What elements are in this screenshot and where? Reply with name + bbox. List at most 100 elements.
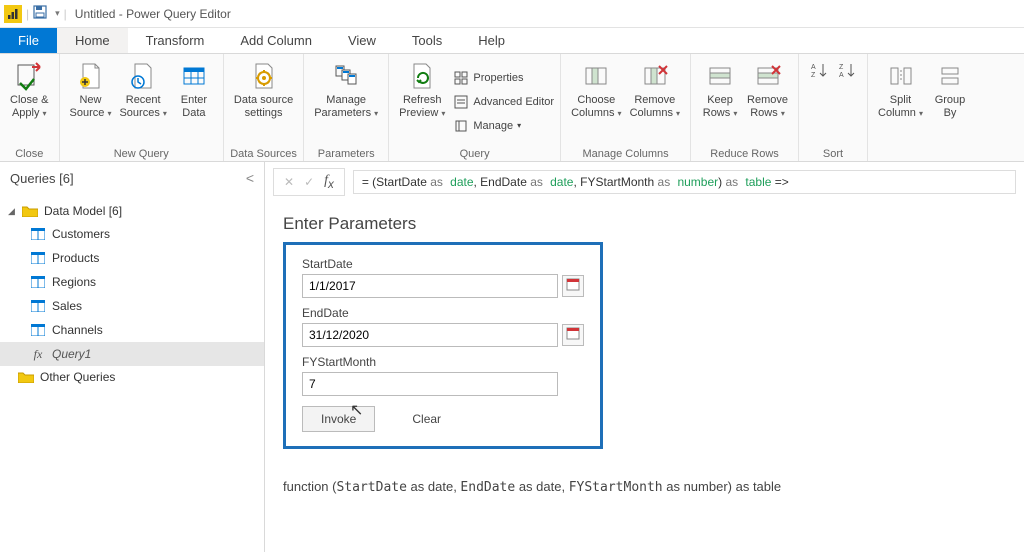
fx-icon[interactable]: fx <box>324 173 334 191</box>
invoke-button[interactable]: Invoke <box>302 406 375 432</box>
main-area: Queries [6] < ◢ Data Model [6] Customers… <box>0 162 1024 552</box>
group-label-sort: Sort <box>805 145 861 161</box>
refresh-icon <box>406 60 438 92</box>
ribbon-group-reduce-rows: Keep Rows ▾ Remove Rows ▾ Reduce Rows <box>691 54 799 161</box>
svg-text:Z: Z <box>839 64 844 71</box>
query-regions[interactable]: Regions <box>0 270 264 294</box>
ribbon-group-sort: AZ ZA Sort <box>799 54 868 161</box>
accept-formula-icon[interactable]: ✓ <box>304 175 314 189</box>
tab-file[interactable]: File <box>0 28 57 53</box>
table-icon <box>30 251 46 265</box>
query-sales[interactable]: Sales <box>0 294 264 318</box>
query-query1[interactable]: fxQuery1 <box>0 342 264 366</box>
sort-asc-button[interactable]: AZ <box>805 58 833 145</box>
recent-sources-button[interactable]: Recent Sources ▾ <box>115 58 170 145</box>
query-label: Query1 <box>52 347 91 361</box>
remove-columns-button[interactable]: Remove Columns ▾ <box>626 58 684 145</box>
data-source-settings-label: Data source settings <box>234 94 293 119</box>
tab-transform[interactable]: Transform <box>128 28 223 53</box>
function-signature: function (StartDate as date, EndDate as … <box>265 461 1024 495</box>
query-customers[interactable]: Customers <box>0 222 264 246</box>
split-column-button[interactable]: Split Column ▾ <box>874 58 927 145</box>
startdate-input[interactable] <box>302 274 558 298</box>
table-icon <box>30 323 46 337</box>
new-source-button[interactable]: New Source ▾ <box>66 58 116 145</box>
table-icon <box>30 227 46 241</box>
app-icon <box>4 5 22 23</box>
divider: | <box>26 7 29 21</box>
remove-rows-button[interactable]: Remove Rows ▾ <box>743 58 792 145</box>
date-picker-button[interactable] <box>562 275 584 297</box>
tab-home[interactable]: Home <box>57 28 128 53</box>
group-label-empty <box>874 145 973 161</box>
svg-text:A: A <box>839 72 844 79</box>
refresh-preview-button[interactable]: Refresh Preview ▾ <box>395 58 449 145</box>
enter-data-button[interactable]: Enter Data <box>171 58 217 145</box>
choose-columns-icon <box>580 60 612 92</box>
ribbon: Close & Apply ▾ Close New Source ▾ Recen… <box>0 54 1024 162</box>
close-apply-button[interactable]: Close & Apply ▾ <box>6 58 53 145</box>
manage-label: Manage <box>473 120 513 132</box>
remove-rows-icon <box>752 60 784 92</box>
tab-add-column[interactable]: Add Column <box>222 28 330 53</box>
manage-parameters-label: Manage Parameters <box>314 94 371 119</box>
svg-text:Z: Z <box>811 72 816 79</box>
folder-icon <box>18 370 34 384</box>
qat-dropdown-icon[interactable]: ▾ <box>55 8 60 19</box>
fystartmonth-input[interactable] <box>302 372 558 396</box>
tab-tools[interactable]: Tools <box>394 28 460 53</box>
sort-desc-button[interactable]: ZA <box>833 58 861 145</box>
param-label: StartDate <box>302 257 584 271</box>
ribbon-group-manage-columns: Choose Columns ▾ Remove Columns ▾ Manage… <box>561 54 691 161</box>
enddate-input[interactable] <box>302 323 558 347</box>
date-picker-button[interactable] <box>562 324 584 346</box>
clear-button[interactable]: Clear <box>393 406 460 432</box>
tab-view[interactable]: View <box>330 28 394 53</box>
choose-columns-label: Choose Columns <box>571 94 615 119</box>
advanced-editor-label: Advanced Editor <box>473 96 554 108</box>
ribbon-group-parameters: Manage Parameters ▾ Parameters <box>304 54 389 161</box>
calendar-icon <box>566 277 580 294</box>
folder-icon <box>22 204 38 218</box>
divider: | <box>64 7 67 21</box>
choose-columns-button[interactable]: Choose Columns ▾ <box>567 58 625 145</box>
query-channels[interactable]: Channels <box>0 318 264 342</box>
formula-bar-row: ✕ ✓ fx = (StartDate as date, EndDate as … <box>265 162 1024 202</box>
folder-other-queries[interactable]: Other Queries <box>0 366 264 388</box>
formula-buttons: ✕ ✓ fx <box>273 168 345 196</box>
tab-help[interactable]: Help <box>460 28 523 53</box>
param-enddate: EndDate <box>302 306 584 347</box>
formula-bar[interactable]: = (StartDate as date, EndDate as date, F… <box>353 170 1016 194</box>
query-products[interactable]: Products <box>0 246 264 270</box>
keep-rows-button[interactable]: Keep Rows ▾ <box>697 58 743 145</box>
parameters-box: StartDate EndDate FYStartMonth <box>283 242 603 449</box>
ribbon-group-transform: Split Column ▾ Group By <box>868 54 979 161</box>
refresh-preview-label: Refresh Preview <box>399 94 441 119</box>
ribbon-tabs: File Home Transform Add Column View Tool… <box>0 28 1024 54</box>
data-source-settings-button[interactable]: Data source settings <box>230 58 297 145</box>
query-label: Customers <box>52 227 110 241</box>
collapse-pane-icon[interactable]: < <box>246 170 254 186</box>
folder-data-model[interactable]: ◢ Data Model [6] <box>0 200 264 222</box>
recent-sources-icon <box>127 60 159 92</box>
keep-rows-label: Keep Rows <box>703 94 733 119</box>
cancel-formula-icon[interactable]: ✕ <box>284 175 294 189</box>
param-label: EndDate <box>302 306 584 320</box>
ribbon-group-close: Close & Apply ▾ Close <box>0 54 60 161</box>
folder-label: Other Queries <box>40 370 115 384</box>
advanced-editor-button[interactable]: Advanced Editor <box>453 91 554 113</box>
properties-label: Properties <box>473 72 523 84</box>
table-icon <box>30 299 46 313</box>
enter-data-icon <box>178 60 210 92</box>
close-apply-icon <box>13 60 45 92</box>
param-label: FYStartMonth <box>302 355 584 369</box>
queries-pane-title: Queries [6] <box>10 171 74 186</box>
advanced-editor-icon <box>453 94 469 110</box>
manage-button[interactable]: Manage ▾ <box>453 115 554 137</box>
manage-parameters-button[interactable]: Manage Parameters ▾ <box>310 58 382 145</box>
parameters-title: Enter Parameters <box>283 214 1006 234</box>
group-by-button[interactable]: Group By <box>927 58 973 145</box>
save-icon[interactable] <box>33 5 47 22</box>
properties-button[interactable]: Properties <box>453 67 554 89</box>
group-label-manage-columns: Manage Columns <box>567 145 684 161</box>
